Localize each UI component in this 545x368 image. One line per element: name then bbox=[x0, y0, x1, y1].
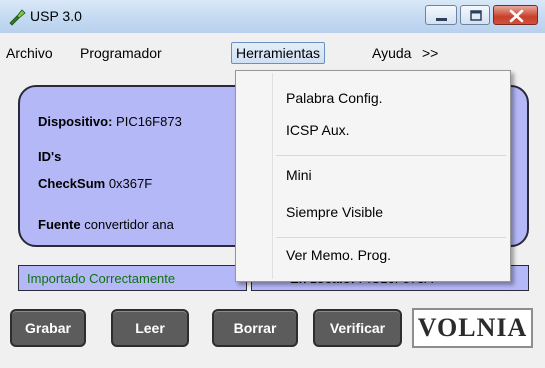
menu-palabra-config[interactable]: Palabra Config. bbox=[286, 90, 383, 106]
menu-herramientas[interactable]: Herramientas bbox=[231, 42, 326, 64]
menu-mini[interactable]: Mini bbox=[286, 167, 312, 183]
dispositivo-label: Dispositivo: bbox=[38, 114, 113, 129]
app-window: USP 3.0 Archivo Programador Herramientas… bbox=[0, 0, 545, 368]
ids-row: ID's bbox=[38, 149, 61, 164]
borrar-button[interactable]: Borrar bbox=[212, 309, 298, 347]
verificar-button[interactable]: Verificar bbox=[313, 309, 402, 347]
menu-ver-memo-prog[interactable]: Ver Memo. Prog. bbox=[286, 247, 391, 263]
herramientas-dropdown: Palabra Config. ICSP Aux. Mini Siempre V… bbox=[235, 70, 511, 282]
fuente-value: convertidor ana bbox=[84, 217, 174, 232]
app-icon bbox=[8, 8, 26, 26]
import-status-text: Importado Correctamente bbox=[27, 271, 176, 286]
dropdown-separator bbox=[276, 155, 506, 156]
maximize-icon bbox=[470, 10, 482, 21]
close-icon bbox=[509, 9, 524, 23]
grabar-button[interactable]: Grabar bbox=[10, 309, 86, 347]
volnia-logo: VOLNIA bbox=[412, 308, 533, 348]
title-bar[interactable]: USP 3.0 bbox=[0, 0, 545, 34]
menu-more[interactable]: >> bbox=[418, 43, 442, 63]
menu-siempre-visible[interactable]: Siempre Visible bbox=[286, 204, 383, 220]
menu-icsp-aux[interactable]: ICSP Aux. bbox=[286, 122, 350, 138]
dispositivo-value: PIC16F873 bbox=[116, 114, 182, 129]
menu-ayuda[interactable]: Ayuda bbox=[368, 43, 415, 63]
checksum-row: CheckSum 0x367F bbox=[38, 176, 152, 191]
menu-archivo[interactable]: Archivo bbox=[2, 43, 57, 63]
logo-text-vol: VOL bbox=[417, 313, 477, 342]
import-status-box: Importado Correctamente bbox=[18, 265, 247, 291]
logo-text-nia: NIA bbox=[476, 313, 528, 342]
window-title: USP 3.0 bbox=[30, 8, 82, 24]
ids-label: ID's bbox=[38, 149, 62, 164]
minimize-button[interactable] bbox=[425, 5, 457, 25]
maximize-button[interactable] bbox=[460, 5, 490, 25]
dropdown-separator bbox=[276, 237, 506, 238]
fuente-row: Fuente convertidor ana bbox=[38, 217, 174, 232]
close-button[interactable] bbox=[493, 5, 538, 25]
checksum-value: 0x367F bbox=[108, 176, 153, 191]
menu-bar: Archivo Programador Herramientas Ayuda >… bbox=[0, 33, 545, 73]
leer-button[interactable]: Leer bbox=[111, 309, 189, 347]
checksum-label: CheckSum bbox=[38, 176, 106, 191]
menu-programador[interactable]: Programador bbox=[76, 43, 166, 63]
fuente-label: Fuente bbox=[38, 217, 81, 232]
dispositivo-row: Dispositivo: PIC16F873 bbox=[38, 114, 182, 129]
dropdown-gutter bbox=[272, 73, 273, 279]
minimize-icon bbox=[436, 18, 447, 21]
